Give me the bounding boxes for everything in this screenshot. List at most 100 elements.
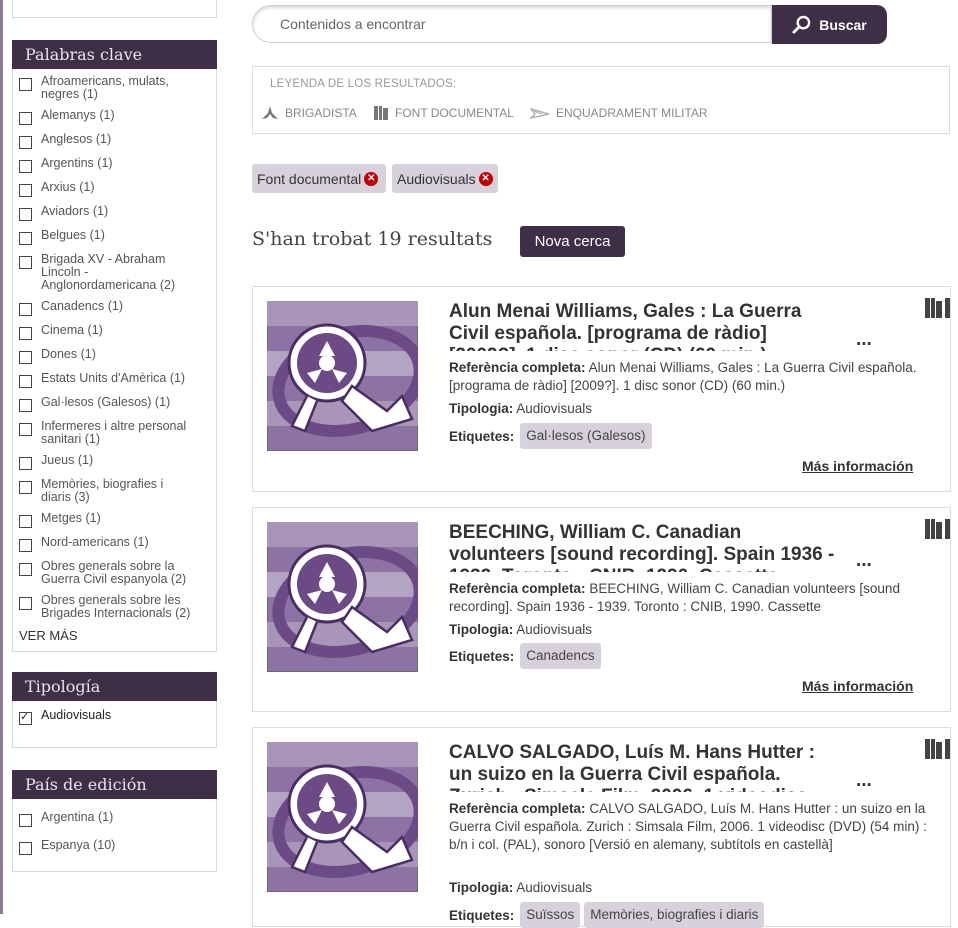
facet-item[interactable]: Gal·lesos (Galesos) (1) bbox=[19, 396, 210, 412]
facet-item[interactable]: Cinema (1) bbox=[19, 324, 210, 340]
facet-item[interactable]: Obres generals sobre les Brigades Intern… bbox=[19, 594, 210, 620]
result-title[interactable]: Alun Menai Williams, Gales : La Guerra C… bbox=[449, 301, 841, 351]
checkbox-checked[interactable] bbox=[19, 710, 32, 725]
facet-item-label: Obres generals sobre les Brigades Intern… bbox=[41, 593, 191, 620]
checkbox[interactable] bbox=[19, 515, 32, 528]
checkbox[interactable] bbox=[19, 375, 32, 388]
facet-item-label: Brigada XV - Abraham Lincoln - Anglonord… bbox=[41, 252, 176, 292]
checkbox[interactable] bbox=[19, 814, 32, 827]
result-card: BEECHING, William C. Canadian volunteers… bbox=[252, 507, 951, 712]
facet-item-label: Estats Units d'Amèrica (1) bbox=[41, 371, 186, 385]
legend-label: ENQUADRAMENT MILITAR bbox=[556, 106, 708, 120]
film-reel-thumbnail bbox=[267, 522, 418, 672]
facet-item[interactable]: Memòries, biografies i diaris (3) bbox=[19, 478, 210, 504]
facet-item[interactable]: Infermeres i altre personal sanitari (1) bbox=[19, 420, 210, 446]
checkbox[interactable] bbox=[19, 597, 32, 610]
facet-item[interactable]: Argentins (1) bbox=[19, 157, 210, 173]
card-type-icons bbox=[924, 738, 950, 760]
facet-item[interactable]: Obres generals sobre la Guerra Civil esp… bbox=[19, 560, 210, 586]
checkbox[interactable] bbox=[19, 539, 32, 552]
film-reel-thumbnail bbox=[267, 742, 418, 892]
tipologia-field: Tipologia: Audiovisuals bbox=[449, 621, 929, 639]
facet-item[interactable]: Espanya (10) bbox=[19, 839, 210, 855]
remove-filter-icon[interactable]: ✕ bbox=[364, 171, 379, 186]
search-input[interactable] bbox=[252, 5, 772, 43]
facet-item[interactable]: Afroamericans, mulats, negres (1) bbox=[19, 75, 210, 101]
ref-field: Referència completa: BEECHING, William C… bbox=[449, 580, 929, 616]
facet-palabras-clave: Palabras clave Afroamericans, mulats, ne… bbox=[12, 40, 217, 652]
book-icon bbox=[374, 106, 388, 120]
checkbox[interactable] bbox=[19, 327, 32, 340]
checkbox[interactable] bbox=[19, 112, 32, 125]
checkbox[interactable] bbox=[19, 399, 32, 412]
checkbox[interactable] bbox=[19, 160, 32, 173]
plane-icon bbox=[530, 108, 550, 119]
checkbox[interactable] bbox=[19, 563, 32, 576]
checkbox[interactable] bbox=[19, 423, 32, 436]
checkbox[interactable] bbox=[19, 232, 32, 245]
facet-item[interactable]: Jueus (1) bbox=[19, 454, 210, 470]
more-info-link[interactable]: Más información bbox=[802, 678, 913, 694]
facet-item[interactable]: Alemanys (1) bbox=[19, 109, 210, 125]
facet-title: Palabras clave bbox=[12, 40, 217, 69]
search-button[interactable]: Buscar bbox=[772, 5, 887, 44]
title-ellipsis: ... bbox=[856, 770, 872, 791]
legend-title: LEYENDA DE LOS RESULTADOS: bbox=[270, 78, 457, 90]
facet-item-audiovisuals[interactable]: Audiovisuals bbox=[19, 709, 210, 725]
facet-item-label: Dones (1) bbox=[41, 347, 96, 361]
result-card: Alun Menai Williams, Gales : La Guerra C… bbox=[252, 286, 951, 492]
tag-chip[interactable]: Memòries, biografies i diaris bbox=[584, 902, 765, 928]
facet-item[interactable]: Brigada XV - Abraham Lincoln - Anglonord… bbox=[19, 253, 210, 292]
tags-label: Etiquetes: bbox=[449, 907, 515, 923]
book-icon bbox=[925, 739, 950, 759]
more-info-link[interactable]: Más información bbox=[802, 458, 913, 474]
facet-item[interactable]: Canadencs (1) bbox=[19, 300, 210, 316]
tipologia-value: Audiovisuals bbox=[516, 622, 593, 637]
checkbox[interactable] bbox=[19, 842, 32, 855]
checkbox[interactable] bbox=[19, 208, 32, 221]
facet-item-label: Anglesos (1) bbox=[41, 132, 112, 146]
facet-item[interactable]: Belgues (1) bbox=[19, 229, 210, 245]
facet-item[interactable]: Dones (1) bbox=[19, 348, 210, 364]
legend-item-font-documental: FONT DOCUMENTAL bbox=[373, 105, 514, 121]
checkbox[interactable] bbox=[19, 481, 32, 494]
search-icon bbox=[792, 15, 811, 34]
sidebar: Palabras clave Afroamericans, mulats, ne… bbox=[12, 0, 217, 872]
filter-chip-audiovisuals: Audiovisuals ✕ bbox=[392, 164, 498, 193]
checkbox[interactable] bbox=[19, 256, 32, 269]
facet-item-label: Obres generals sobre la Guerra Civil esp… bbox=[41, 559, 187, 586]
checkbox[interactable] bbox=[19, 136, 32, 149]
tags-label: Etiquetes: bbox=[449, 428, 515, 444]
facet-item-label: Nord-americans (1) bbox=[41, 535, 149, 549]
legend-label: BRIGADISTA bbox=[285, 106, 357, 120]
facet-item[interactable]: Arxius (1) bbox=[19, 181, 210, 197]
remove-filter-icon[interactable]: ✕ bbox=[478, 171, 493, 186]
facet-item[interactable]: Aviadors (1) bbox=[19, 205, 210, 221]
title-ellipsis: ... bbox=[856, 329, 872, 350]
book-icon bbox=[925, 519, 950, 539]
checkbox[interactable] bbox=[19, 351, 32, 364]
new-search-button[interactable]: Nova cerca bbox=[520, 226, 625, 257]
checkbox[interactable] bbox=[19, 303, 32, 316]
facet-item[interactable]: Argentina (1) bbox=[19, 811, 210, 827]
facet-item[interactable]: Nord-americans (1) bbox=[19, 536, 210, 552]
tipologia-value: Audiovisuals bbox=[516, 401, 593, 416]
facet-item[interactable]: Estats Units d'Amèrica (1) bbox=[19, 372, 210, 388]
facet-item[interactable]: Anglesos (1) bbox=[19, 133, 210, 149]
result-title[interactable]: BEECHING, William C. Canadian volunteers… bbox=[449, 522, 841, 572]
tag-chip[interactable]: Canadencs bbox=[520, 643, 601, 669]
tags-label: Etiquetes: bbox=[449, 648, 515, 664]
facet-title: Tipología bbox=[12, 672, 217, 701]
checkbox[interactable] bbox=[19, 78, 32, 91]
tipologia-value: Audiovisuals bbox=[516, 880, 593, 895]
facet-pais-edicion: País de edición Argentina (1) Espanya (1… bbox=[12, 770, 217, 872]
facet-item-label: Canadencs (1) bbox=[41, 299, 123, 313]
tag-chip[interactable]: Gal·lesos (Galesos) bbox=[520, 423, 652, 449]
checkbox[interactable] bbox=[19, 184, 32, 197]
ver-mas-link[interactable]: VER MÁS bbox=[19, 628, 210, 643]
result-title[interactable]: CALVO SALGADO, Luís M. Hans Hutter : un … bbox=[449, 742, 841, 792]
checkbox[interactable] bbox=[19, 457, 32, 470]
facet-item-label: Infermeres i altre personal sanitari (1) bbox=[41, 419, 187, 446]
tag-chip[interactable]: Suïssos bbox=[520, 902, 581, 928]
facet-item[interactable]: Metges (1) bbox=[19, 512, 210, 528]
